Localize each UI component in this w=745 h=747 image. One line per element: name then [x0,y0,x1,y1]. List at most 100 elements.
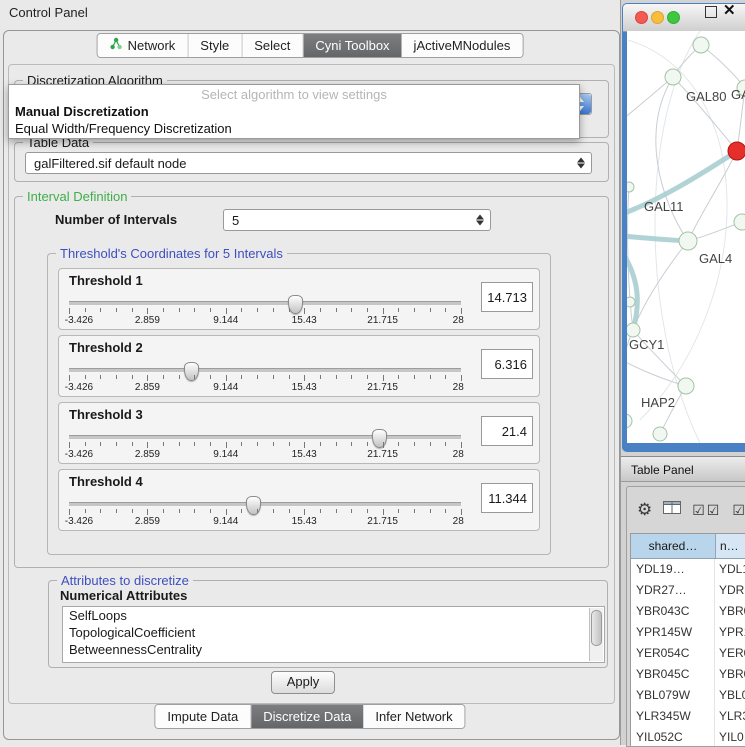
checkbox-icon[interactable]: ☑ [732,502,745,519]
network-node-label: GAL4 [699,251,732,266]
cell-name: YBR0… [715,601,745,622]
table-row[interactable]: YDL19…YDL1… [631,559,745,580]
tab-label: Select [254,35,290,57]
columns-icon[interactable] [663,501,681,519]
attributes-scrollbar[interactable] [589,608,603,661]
threshold-rows: Threshold 1-3.4262.8599.14415.4321.71528… [48,254,550,554]
slider-tick-labels: -3.4262.8599.14415.4321.71528 [69,382,461,393]
cell-name: YBR0… [715,664,745,685]
threshold-row: Threshold 2-3.4262.8599.14415.4321.71528… [58,335,540,397]
tab-infer-network[interactable]: Infer Network [363,705,464,728]
close-icon[interactable]: ✕ [723,1,736,19]
slider-track[interactable] [69,301,461,306]
table-panel-window: ⚙ ☑☑ ☑ shared… n… YDL19…YDL1…YDR27…YDR2…… [626,486,745,747]
network-edge [627,77,673,120]
tab-label: Infer Network [375,706,452,728]
group-label: Interval Definition [23,189,131,204]
select-columns-checkboxes-icon[interactable]: ☑☑ [692,502,721,519]
network-node[interactable] [734,214,745,230]
tab-discretize-data[interactable]: Discretize Data [251,705,363,728]
close-traffic-light-icon[interactable] [635,11,648,24]
threshold-value-box[interactable]: 21.4 [481,416,533,446]
table-row[interactable]: YER054CYER0… [631,643,745,664]
cell-name: YLR3… [715,706,745,727]
slider-track[interactable] [69,502,461,507]
table-panel-toolbar: ⚙ ☑☑ ☑ [627,487,745,533]
combobox-value: 5 [232,213,239,228]
gear-icon[interactable]: ⚙ [637,500,652,520]
threshold-slider[interactable]: -3.4262.8599.14415.4321.71528 [69,362,461,394]
tab-impute-data[interactable]: Impute Data [155,705,251,728]
network-node[interactable] [678,378,694,394]
combobox-arrows-icon[interactable] [577,157,585,170]
network-svg[interactable]: GAL80GAGAL11GAL4GCY1HAP2 [627,31,745,443]
slider-tick-labels: -3.4262.8599.14415.4321.71528 [69,516,461,527]
network-edge [633,241,688,330]
slider-track[interactable] [69,368,461,373]
scrollbar-thumb[interactable] [591,610,602,646]
apply-button[interactable]: Apply [271,671,335,694]
threshold-slider[interactable]: -3.4262.8599.14415.4321.71528 [69,295,461,327]
combobox-arrows-icon[interactable] [476,214,484,227]
cell-shared-name: YDR27… [631,580,715,601]
num-intervals-combobox[interactable]: 5 [223,209,491,231]
tab-cyni-toolbox[interactable]: Cyni Toolbox [303,34,401,57]
threshold-slider[interactable]: -3.4262.8599.14415.4321.71528 [69,429,461,461]
table-row[interactable]: YDR27…YDR2… [631,580,745,601]
column-header-shared-name[interactable]: shared… [631,534,716,558]
tab-label: Cyni Toolbox [315,35,389,57]
threshold-row: Threshold 4-3.4262.8599.14415.4321.71528… [58,469,540,531]
numerical-attributes-heading: Numerical Attributes [60,588,187,603]
tab-select[interactable]: Select [242,34,303,57]
table-row[interactable]: YIL052CYIL0… [631,727,745,747]
threshold-value-box[interactable]: 11.344 [481,483,533,513]
cyni-mode-tabs: Impute Data Discretize Data Infer Networ… [154,704,465,729]
table-data-combobox[interactable]: galFiltered.sif default node [25,152,592,174]
network-node[interactable] [665,69,681,85]
table-panel-header[interactable]: Table Panel [621,456,745,482]
minimize-traffic-light-icon[interactable] [651,11,664,24]
table-row[interactable]: YPR145WYPR1… [631,622,745,643]
attributes-list[interactable]: SelfLoopsTopologicalCoefficientBetweenne… [62,606,605,663]
cell-name: YBL0… [715,685,745,706]
threshold-value-box[interactable]: 14.713 [481,282,533,312]
network-node[interactable] [653,427,667,441]
table-row[interactable]: YBR043CYBR0… [631,601,745,622]
attribute-item[interactable]: SelfLoops [63,607,604,624]
slider-ticks [69,442,461,449]
cell-shared-name: YIL052C [631,727,715,747]
attribute-item[interactable]: TopologicalCoefficient [63,624,604,641]
network-node-label: GAL11 [644,199,684,214]
table-row[interactable]: YLR345WYLR3… [631,706,745,727]
network-node[interactable] [693,37,709,53]
dropdown-hint: Select algorithm to view settings [9,86,579,103]
tab-jactivemnodules[interactable]: jActiveMNodules [402,34,523,57]
attribute-item[interactable]: BetweennessCentrality [63,641,604,658]
float-window-icon[interactable] [705,6,717,18]
cell-shared-name: YBR045C [631,664,715,685]
network-node[interactable] [627,297,635,307]
table-row[interactable]: YBR045CYBR0… [631,664,745,685]
network-node-label: GA [731,87,745,102]
dropdown-option-manual-discretization[interactable]: Manual Discretization [9,103,579,120]
network-node[interactable] [627,323,640,337]
network-node[interactable] [627,182,634,192]
threshold-value-box[interactable]: 6.316 [481,349,533,379]
table-row[interactable]: YBL079WYBL0… [631,685,745,706]
network-node-label: HAP2 [641,395,675,410]
threshold-row: Threshold 3-3.4262.8599.14415.4321.71528… [58,402,540,464]
network-node-red[interactable] [728,142,745,160]
interval-definition-group: Interval Definition Number of Intervals … [14,196,609,568]
tab-label: jActiveMNodules [414,35,511,57]
dropdown-option-equal-width[interactable]: Equal Width/Frequency Discretization [9,120,579,137]
network-node[interactable] [679,232,697,250]
network-canvas[interactable]: GAL80GAGAL11GAL4GCY1HAP2 [627,31,745,443]
column-header-name[interactable]: n… [716,534,745,558]
threshold-slider[interactable]: -3.4262.8599.14415.4321.71528 [69,496,461,528]
tab-network[interactable]: Network [98,34,189,57]
network-node[interactable] [627,414,632,428]
cell-name: YDL1… [715,559,745,580]
zoom-traffic-light-icon[interactable] [667,11,680,24]
slider-track[interactable] [69,435,461,440]
tab-style[interactable]: Style [188,34,242,57]
